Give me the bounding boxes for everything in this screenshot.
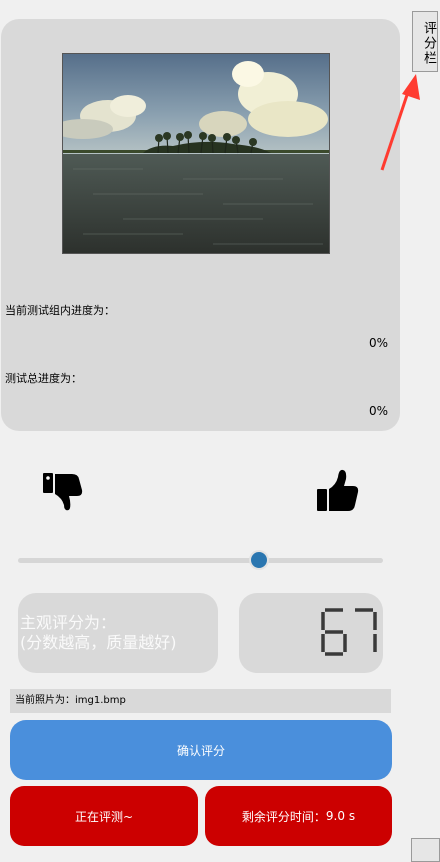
current-photo-bar: 当前照片为：img1.bmp bbox=[10, 689, 391, 713]
remaining-time-value: 9.0 s bbox=[325, 809, 356, 823]
group-progress-value: 0% bbox=[368, 336, 388, 350]
resize-grip[interactable] bbox=[411, 838, 440, 862]
score-label-line1: 主观评分为： bbox=[20, 613, 117, 632]
confirm-score-button[interactable]: 确认评分 bbox=[10, 720, 392, 780]
test-photo bbox=[62, 53, 330, 254]
score-slider-handle[interactable] bbox=[249, 550, 270, 570]
current-photo-label: 当前照片为： bbox=[15, 695, 75, 706]
red-arrow-icon bbox=[380, 74, 420, 171]
score-slider-track[interactable] bbox=[18, 558, 383, 563]
thumbs-down-icon[interactable] bbox=[42, 470, 86, 512]
remaining-time-label: 剩余评分时间： bbox=[241, 809, 326, 824]
thumbs-up-icon[interactable] bbox=[316, 467, 360, 513]
total-progress-value: 0% bbox=[368, 404, 388, 418]
current-photo-filename: img1.bmp bbox=[75, 695, 126, 706]
score-lcd-digits bbox=[321, 608, 377, 656]
evaluating-status-button[interactable]: 正在评测~ bbox=[10, 786, 198, 846]
score-label-box: 主观评分为： (分数越高，质量越好) bbox=[18, 593, 218, 673]
group-progress-label: 当前测试组内进度为： bbox=[5, 304, 115, 317]
total-progress-label: 测试总进度为： bbox=[5, 372, 82, 385]
remaining-time-button[interactable]: 剩余评分时间： 9.0 s bbox=[205, 786, 392, 846]
rating-panel-tab[interactable]: 评分栏 bbox=[412, 11, 438, 72]
score-label-line2: (分数越高，质量越好) bbox=[20, 633, 177, 652]
score-display bbox=[239, 593, 383, 673]
